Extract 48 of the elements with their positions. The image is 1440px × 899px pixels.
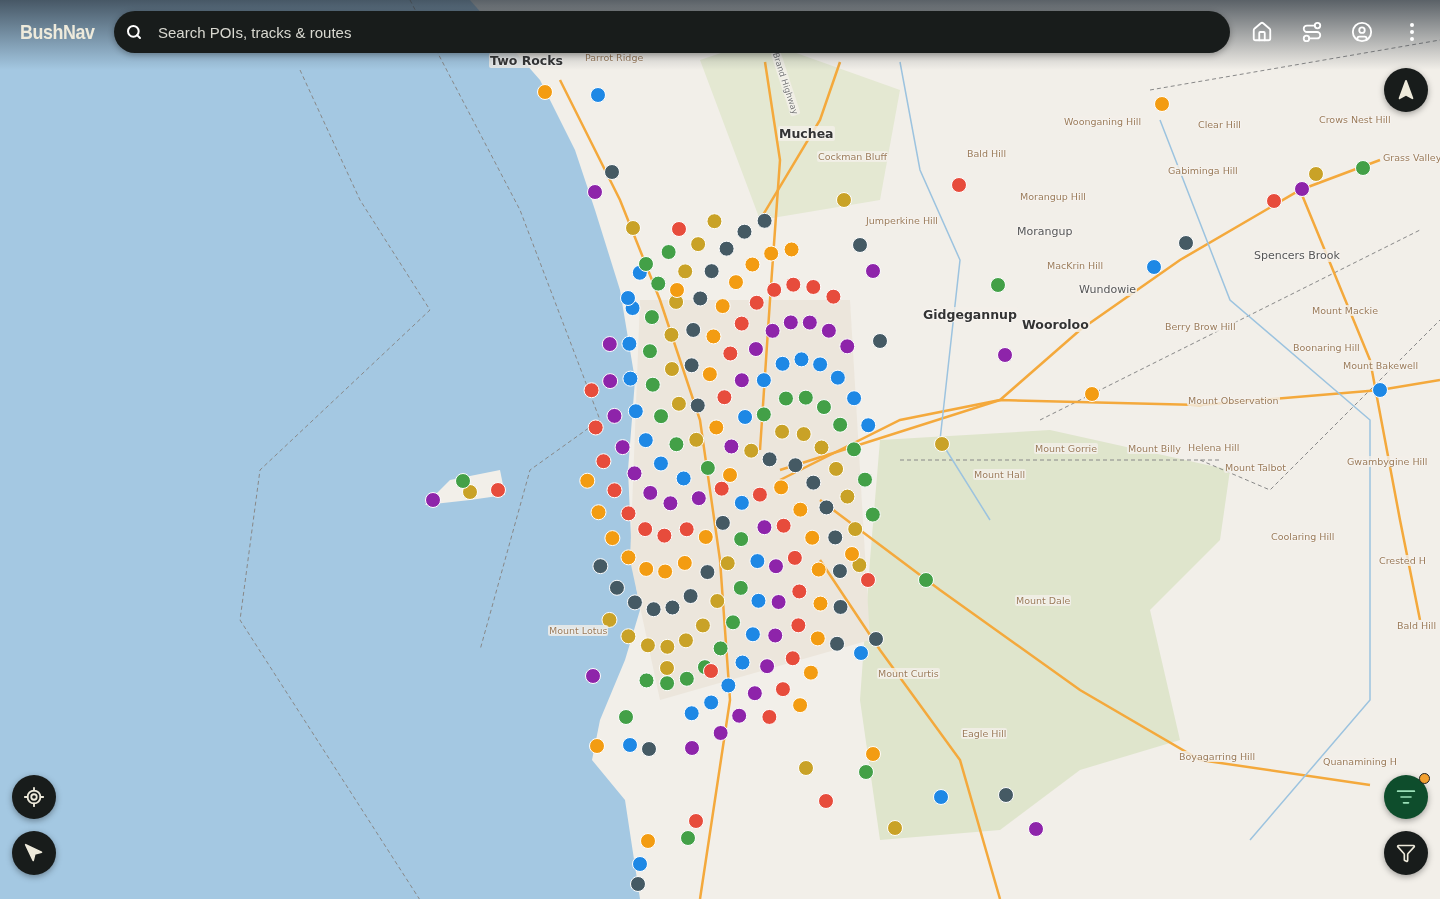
map-place-label: Gabiminga Hill (1167, 165, 1239, 176)
navigation-arrow-icon (24, 843, 44, 863)
map-place-label: Mount Hall (973, 469, 1027, 480)
crosshair-icon (23, 786, 45, 808)
account-icon (1351, 21, 1373, 43)
search-icon (126, 24, 142, 40)
map-place-label: Mount Talbot (1224, 462, 1288, 473)
map-place-label: Wooroloo (1021, 317, 1090, 332)
more-icon (1410, 23, 1414, 41)
route-icon (1301, 21, 1323, 43)
map-place-label: Cockman Bluff (817, 151, 888, 162)
map-place-label: Bald Hill (1396, 620, 1438, 631)
map-place-label: Eagle Hill (961, 728, 1008, 739)
map-place-label: Muchea (778, 126, 835, 141)
map-place-label: Two Rocks (489, 53, 565, 68)
map-place-label: Mount Dale (1015, 595, 1072, 606)
home-icon (1251, 21, 1273, 43)
map-place-label: MacKrin Hill (1046, 260, 1105, 271)
map-place-label: Crows Nest Hill (1318, 114, 1392, 125)
map-place-label: Mount Lotus (548, 625, 609, 636)
map-place-label: Quanamining H (1322, 756, 1398, 767)
map-place-label: Morangup (1016, 225, 1074, 238)
map-place-label: Jumperkine Hill (865, 215, 939, 226)
active-indicator-dot (1419, 773, 1430, 784)
map-place-label: Gidgegannup (922, 307, 1018, 322)
map-place-label: Gwambygine Hill (1346, 456, 1429, 467)
map-place-label: Mount Mackie (1311, 305, 1380, 316)
map-place-label: Clear Hill (1197, 119, 1242, 130)
map-place-label: Mount Gorrie (1034, 443, 1099, 454)
map-place-label: Crested H (1378, 555, 1427, 566)
map-place-label: Mount Curtis (877, 668, 940, 679)
map-place-label: Mount Billy (1127, 443, 1182, 454)
search-bar[interactable]: Search POIs, tracks & routes (114, 11, 1230, 53)
map-place-label: Boyagarring Hill (1178, 751, 1257, 762)
map-place-label: Spencers Brook (1253, 249, 1341, 262)
map-place-label: Wundowie (1078, 283, 1137, 296)
search-field[interactable]: Search POIs, tracks & routes (156, 22, 1214, 42)
map-place-label: Boonaring Hill (1292, 342, 1361, 353)
map-place-label: Bald Hill (966, 148, 1008, 159)
map-place-label: Woonganing Hill (1063, 116, 1143, 127)
map-place-label: Morangup Hill (1019, 191, 1087, 202)
map-place-label: Mount Bakewell (1342, 360, 1420, 371)
funnel-icon (1396, 843, 1416, 863)
map-place-label: Coolaring Hill (1270, 531, 1336, 542)
map-place-label: Helena Hill (1187, 442, 1241, 453)
filter-list-icon (1396, 787, 1416, 807)
map-place-label: Berry Brow Hill (1164, 321, 1237, 332)
map-place-label: Mount Observation (1187, 395, 1280, 406)
